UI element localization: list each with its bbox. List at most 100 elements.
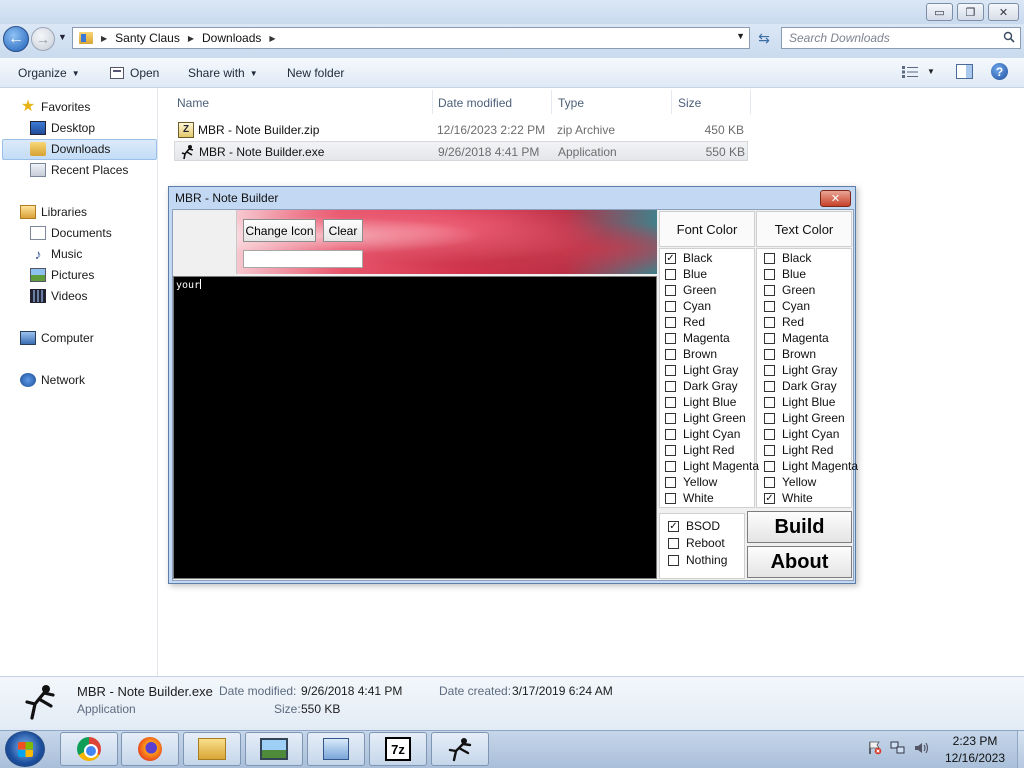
text-color-option[interactable]: Cyan (764, 299, 810, 313)
font-color-option[interactable]: Light Gray (665, 363, 738, 377)
checkbox[interactable] (764, 316, 775, 328)
refresh-button[interactable]: ⇆ (752, 27, 776, 49)
checkbox[interactable] (764, 476, 775, 488)
clock-time[interactable]: 2:23 PM (940, 734, 1010, 748)
font-color-option[interactable]: Cyan (665, 299, 711, 313)
nav-network[interactable]: Network (20, 373, 85, 387)
checkbox[interactable]: ✓ (764, 492, 775, 504)
text-color-option[interactable]: Light Gray (764, 363, 837, 377)
checkbox[interactable] (764, 348, 775, 360)
text-color-option[interactable]: Yellow (764, 475, 816, 489)
font-color-option[interactable]: Light Blue (665, 395, 736, 409)
checkbox[interactable] (764, 364, 775, 376)
font-color-option[interactable]: Green (665, 283, 716, 297)
preview-pane-icon[interactable] (956, 64, 973, 79)
column-header-name[interactable]: Name (177, 93, 209, 113)
nav-videos[interactable]: Videos (30, 289, 87, 303)
text-color-option[interactable]: Black (764, 251, 811, 265)
clear-button[interactable]: Clear (323, 219, 363, 242)
checkbox[interactable] (665, 492, 676, 504)
checkbox[interactable]: ✓ (668, 520, 679, 532)
font-color-option[interactable]: Magenta (665, 331, 730, 345)
nav-downloads[interactable]: Downloads (30, 142, 110, 156)
checkbox[interactable] (764, 284, 775, 296)
search-input[interactable]: Search Downloads (781, 27, 1021, 49)
checkbox[interactable] (665, 380, 676, 392)
nav-music[interactable]: ♪ Music (30, 247, 83, 261)
font-color-option[interactable]: Red (665, 315, 705, 329)
build-button[interactable]: Build (747, 511, 852, 543)
action-center-flag-icon[interactable] (868, 741, 882, 755)
breadcrumb-downloads[interactable]: Downloads (202, 31, 261, 45)
column-divider[interactable] (551, 90, 552, 114)
file-row-exe[interactable]: MBR - Note Builder.exe 9/26/2018 4:41 PM… (174, 141, 748, 161)
forward-button[interactable]: → (31, 27, 55, 51)
nav-favorites[interactable]: ★ Favorites (20, 99, 91, 115)
font-color-option[interactable]: Light Magenta (665, 459, 759, 473)
nav-documents[interactable]: Documents (30, 226, 112, 240)
checkbox[interactable]: ✓ (665, 252, 676, 264)
address-history-dropdown[interactable]: ▼ (736, 31, 745, 41)
text-color-option[interactable]: Light Red (764, 443, 833, 457)
close-button[interactable]: ✕ (988, 3, 1019, 21)
checkbox[interactable] (665, 396, 676, 408)
checkbox[interactable] (764, 252, 775, 264)
change-view-icon[interactable] (902, 66, 918, 78)
organize-button[interactable]: Organize ▼ (18, 66, 80, 80)
help-icon[interactable]: ? (991, 63, 1008, 80)
volume-icon[interactable] (914, 741, 930, 755)
checkbox[interactable] (665, 300, 676, 312)
taskbar-photo-viewer[interactable] (245, 732, 303, 766)
address-bar[interactable]: ▶ Santy Claus ▶ Downloads ▶ ▼ (72, 27, 750, 49)
action-option[interactable]: Reboot (668, 536, 725, 550)
nav-pictures[interactable]: Pictures (30, 268, 94, 282)
checkbox[interactable] (764, 412, 775, 424)
view-options-dropdown[interactable]: ▼ (927, 67, 935, 76)
font-color-option[interactable]: Light Red (665, 443, 734, 457)
taskbar-firefox[interactable] (121, 732, 179, 766)
text-color-option[interactable]: Magenta (764, 331, 829, 345)
checkbox[interactable] (665, 428, 676, 440)
taskbar-control-panel[interactable] (307, 732, 365, 766)
text-color-option[interactable]: Light Blue (764, 395, 835, 409)
nav-libraries[interactable]: Libraries (20, 205, 87, 219)
checkbox[interactable] (764, 444, 775, 456)
column-divider[interactable] (750, 90, 751, 114)
maximize-button[interactable]: ❐ (957, 3, 984, 21)
checkbox[interactable] (665, 364, 676, 376)
text-color-option[interactable]: Green (764, 283, 815, 297)
nav-computer[interactable]: Computer (20, 331, 94, 345)
breadcrumb-user[interactable]: Santy Claus (115, 31, 180, 45)
chevron-right-icon[interactable]: ▶ (101, 34, 107, 43)
font-color-option[interactable]: White (665, 491, 714, 505)
mbr-close-button[interactable]: ✕ (820, 190, 851, 207)
font-color-option[interactable]: ✓ Black (665, 251, 712, 265)
column-divider[interactable] (671, 90, 672, 114)
icon-path-field[interactable] (243, 250, 363, 268)
taskbar-chrome[interactable] (60, 732, 118, 766)
font-color-option[interactable]: Blue (665, 267, 707, 281)
checkbox[interactable] (668, 554, 679, 566)
checkbox[interactable] (665, 332, 676, 344)
column-header-date[interactable]: Date modified (438, 93, 512, 113)
file-row-zip[interactable]: Z MBR - Note Builder.zip 12/16/2023 2:22… (174, 120, 748, 140)
checkbox[interactable] (665, 316, 676, 328)
font-color-option[interactable]: Light Cyan (665, 427, 740, 441)
share-with-button[interactable]: Share with ▼ (188, 66, 258, 80)
checkbox[interactable] (764, 380, 775, 392)
text-color-option[interactable]: Dark Gray (764, 379, 837, 393)
action-option[interactable]: Nothing (668, 553, 727, 567)
change-icon-button[interactable]: Change Icon (243, 219, 316, 242)
text-color-option[interactable]: Light Green (764, 411, 845, 425)
checkbox[interactable] (668, 537, 679, 549)
checkbox[interactable] (665, 348, 676, 360)
column-header-size[interactable]: Size (678, 93, 701, 113)
font-color-option[interactable]: Yellow (665, 475, 717, 489)
checkbox[interactable] (665, 268, 676, 280)
show-desktop-button[interactable] (1017, 731, 1024, 768)
minimize-button[interactable]: ▭ (926, 3, 953, 21)
font-color-option[interactable]: Brown (665, 347, 717, 361)
text-color-option[interactable]: Red (764, 315, 804, 329)
start-button[interactable] (5, 731, 45, 767)
checkbox[interactable] (764, 268, 775, 280)
